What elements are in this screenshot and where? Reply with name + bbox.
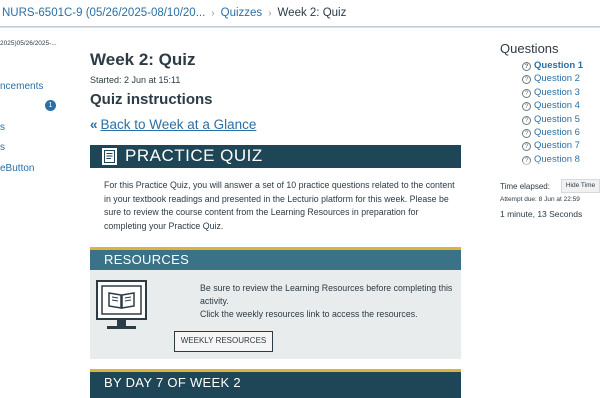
breadcrumb-separator-icon: › [211,7,215,19]
question-mark-icon: ? [522,129,531,138]
resources-text: Be sure to review the Learning Resources… [200,282,455,321]
unread-badge: 1 [45,100,56,111]
question-label: Question 3 [534,86,580,98]
course-nav: 2025)05/26/2025-... ncements 1 s s eButt… [0,28,72,398]
resources-line-1: Be sure to review the Learning Resources… [200,283,453,306]
attempt-due: Attempt due: 8 Jun at 22:59 [500,196,580,203]
resources-panel: Be sure to review the Learning Resources… [90,270,461,359]
monitor-base [107,326,136,329]
question-mark-icon: ? [522,62,531,71]
course-nav-term: 2025)05/26/2025-... [0,40,57,47]
day7-heading: BY DAY 7 OF WEEK 2 [104,375,241,390]
question-link-6[interactable]: ? Question 6 [522,127,580,139]
question-mark-icon: ? [522,102,531,112]
question-mark-icon: ? [522,75,531,85]
hide-time-button[interactable]: Hide Time [561,179,600,193]
book-monitor-icon [96,280,147,320]
question-label: Question 7 [534,140,580,152]
question-link-4[interactable]: ? Question 4 [522,100,580,112]
question-label: Question 4 [534,100,580,112]
breadcrumb-quizzes-link[interactable]: Quizzes [221,7,263,19]
question-mark-icon: ? [522,88,531,98]
question-label: Question 2 [534,73,580,85]
question-label: Question 5 [534,113,580,125]
resources-banner: RESOURCES [90,250,461,270]
questions-panel: Questions ? Question 1 ? Question 2 ? Quest… [500,28,600,398]
practice-quiz-banner: PRACTICE QUIZ [90,145,461,168]
breadcrumb-current: Week 2: Quiz [277,7,347,19]
back-link-label: Back to Week at a Glance [100,117,257,132]
question-link-1[interactable]: ? Question 1 [522,60,583,72]
time-elapsed-value: 1 minute, 13 Seconds [500,209,583,219]
page-title: Week 2: Quiz [90,50,196,69]
question-mark-icon: ? [522,142,531,152]
breadcrumb-separator-icon: › [268,7,272,19]
practice-quiz-heading: PRACTICE QUIZ [125,146,263,165]
question-list-fade [520,160,600,168]
time-elapsed-label: Time elapsed: [500,182,550,191]
double-chevron-left-icon: « [90,117,98,132]
practice-quiz-description: For this Practice Quiz, you will answer … [104,180,455,231]
breadcrumb-course-link[interactable]: NURS-6501C-9 (05/26/2025-08/10/20... [2,7,205,19]
weekly-resources-button[interactable]: WEEKLY RESOURCES [174,331,273,352]
document-icon [102,148,117,165]
instructions-heading: Quiz instructions [90,91,213,108]
question-label: Question 6 [534,127,580,138]
resources-line-2: Click the weekly resources link to acces… [200,309,418,319]
course-nav-item[interactable]: s [0,142,5,153]
course-nav-announcements[interactable]: ncements [0,81,43,92]
question-mark-icon: ? [522,115,531,125]
question-link-2[interactable]: ? Question 2 [522,73,580,85]
resources-heading: RESOURCES [104,252,190,267]
question-label: Question 1 [534,60,584,71]
question-link-3[interactable]: ? Question 3 [522,87,580,99]
started-time: Started: 2 Jun at 15:11 [90,75,181,85]
question-link-5[interactable]: ? Question 5 [522,114,580,126]
questions-heading: Questions [500,41,559,56]
back-to-week-link[interactable]: «Back to Week at a Glance [90,117,256,132]
day7-banner: BY DAY 7 OF WEEK 2 [90,372,461,398]
question-link-7[interactable]: ? Question 7 [522,140,580,152]
course-nav-item[interactable]: s [0,122,5,133]
course-nav-item[interactable]: eButton [0,163,34,174]
breadcrumb: NURS-6501C-9 (05/26/2025-08/10/20... › Q… [0,0,600,27]
